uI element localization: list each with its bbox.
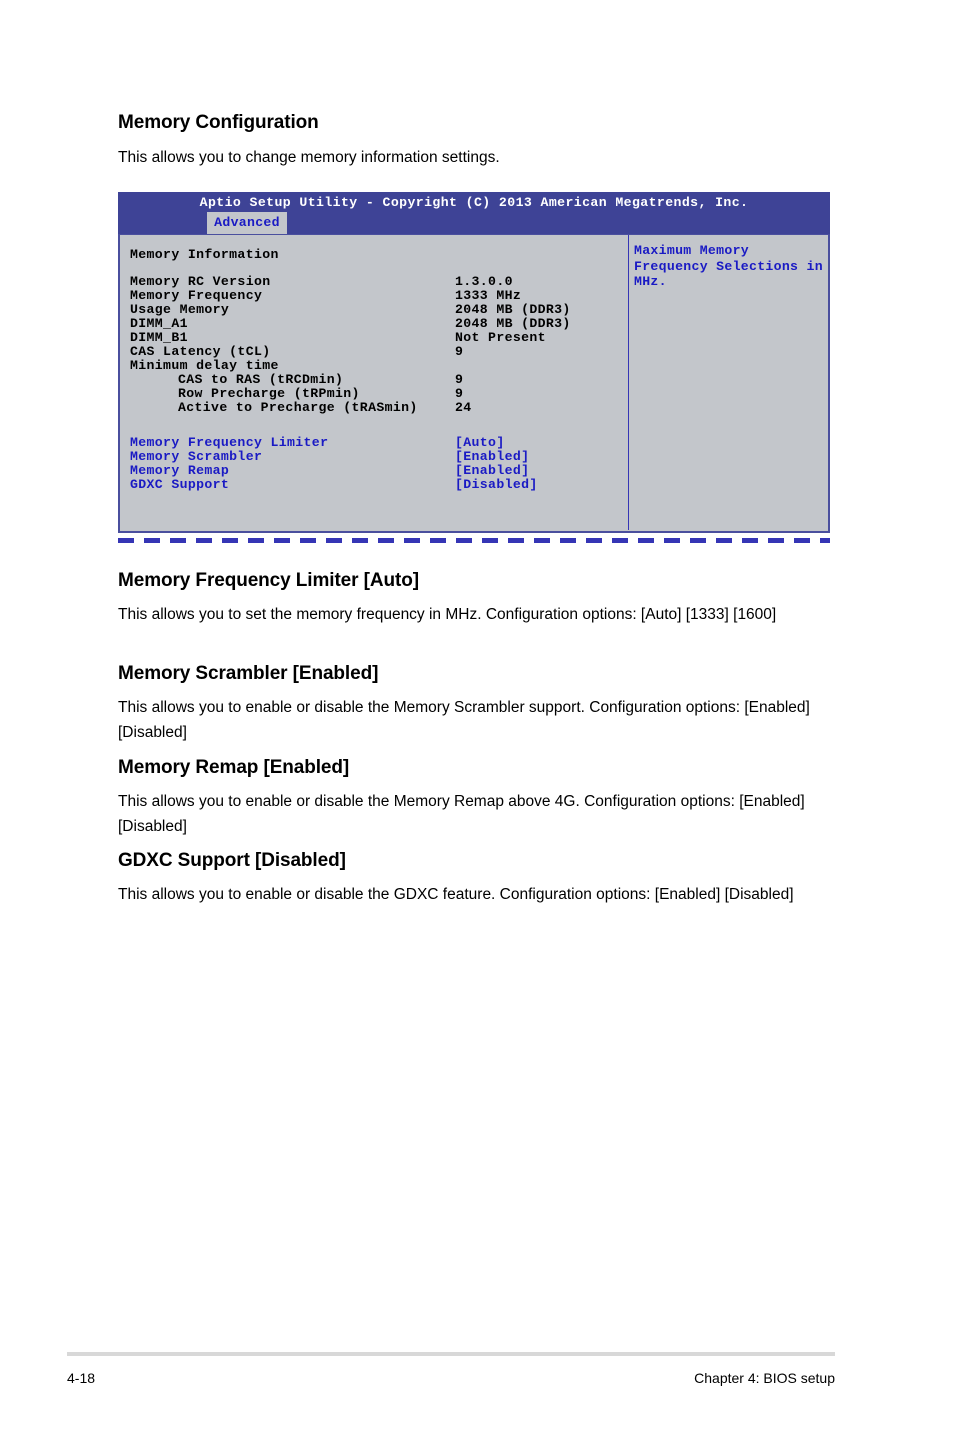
footer-chapter-label: Chapter 4: BIOS setup [694,1370,835,1386]
body-memory-remap: This allows you to enable or disable the… [118,793,805,835]
body-memory-frequency-limiter: This allows you to set the memory freque… [118,606,777,623]
footer-divider [67,1352,835,1356]
bios-header-bar: Aptio Setup Utility - Copyright (C) 2013… [118,192,830,234]
heading-memory-frequency-limiter: Memory Frequency Limiter [Auto] [118,570,419,591]
tab-advanced[interactable]: Advanced [207,212,287,234]
body-memory-scrambler: This allows you to enable or disable the… [118,699,810,741]
help-panel-text: Maximum Memory Frequency Selections in M… [634,243,823,289]
heading-memory-remap: Memory Remap [Enabled] [118,757,350,778]
section-intro: This allows you to change memory informa… [118,149,500,166]
heading-gdxc-support: GDXC Support [Disabled] [118,850,346,871]
panel-divider [628,235,629,530]
bios-setup-screenshot: Aptio Setup Utility - Copyright (C) 2013… [118,192,830,545]
figure-dashed-divider [118,538,830,543]
bios-body-panel: Memory Information Memory RC Version 1.3… [118,234,830,533]
bios-utility-title: Aptio Setup Utility - Copyright (C) 2013… [199,195,749,210]
body-gdxc-support: This allows you to enable or disable the… [118,886,794,903]
page-title: Memory Configuration [118,112,319,133]
heading-memory-scrambler: Memory Scrambler [Enabled] [118,663,379,684]
page-number: 4-18 [67,1370,96,1386]
manual-page: Memory Configuration This allows you to … [0,0,954,1438]
